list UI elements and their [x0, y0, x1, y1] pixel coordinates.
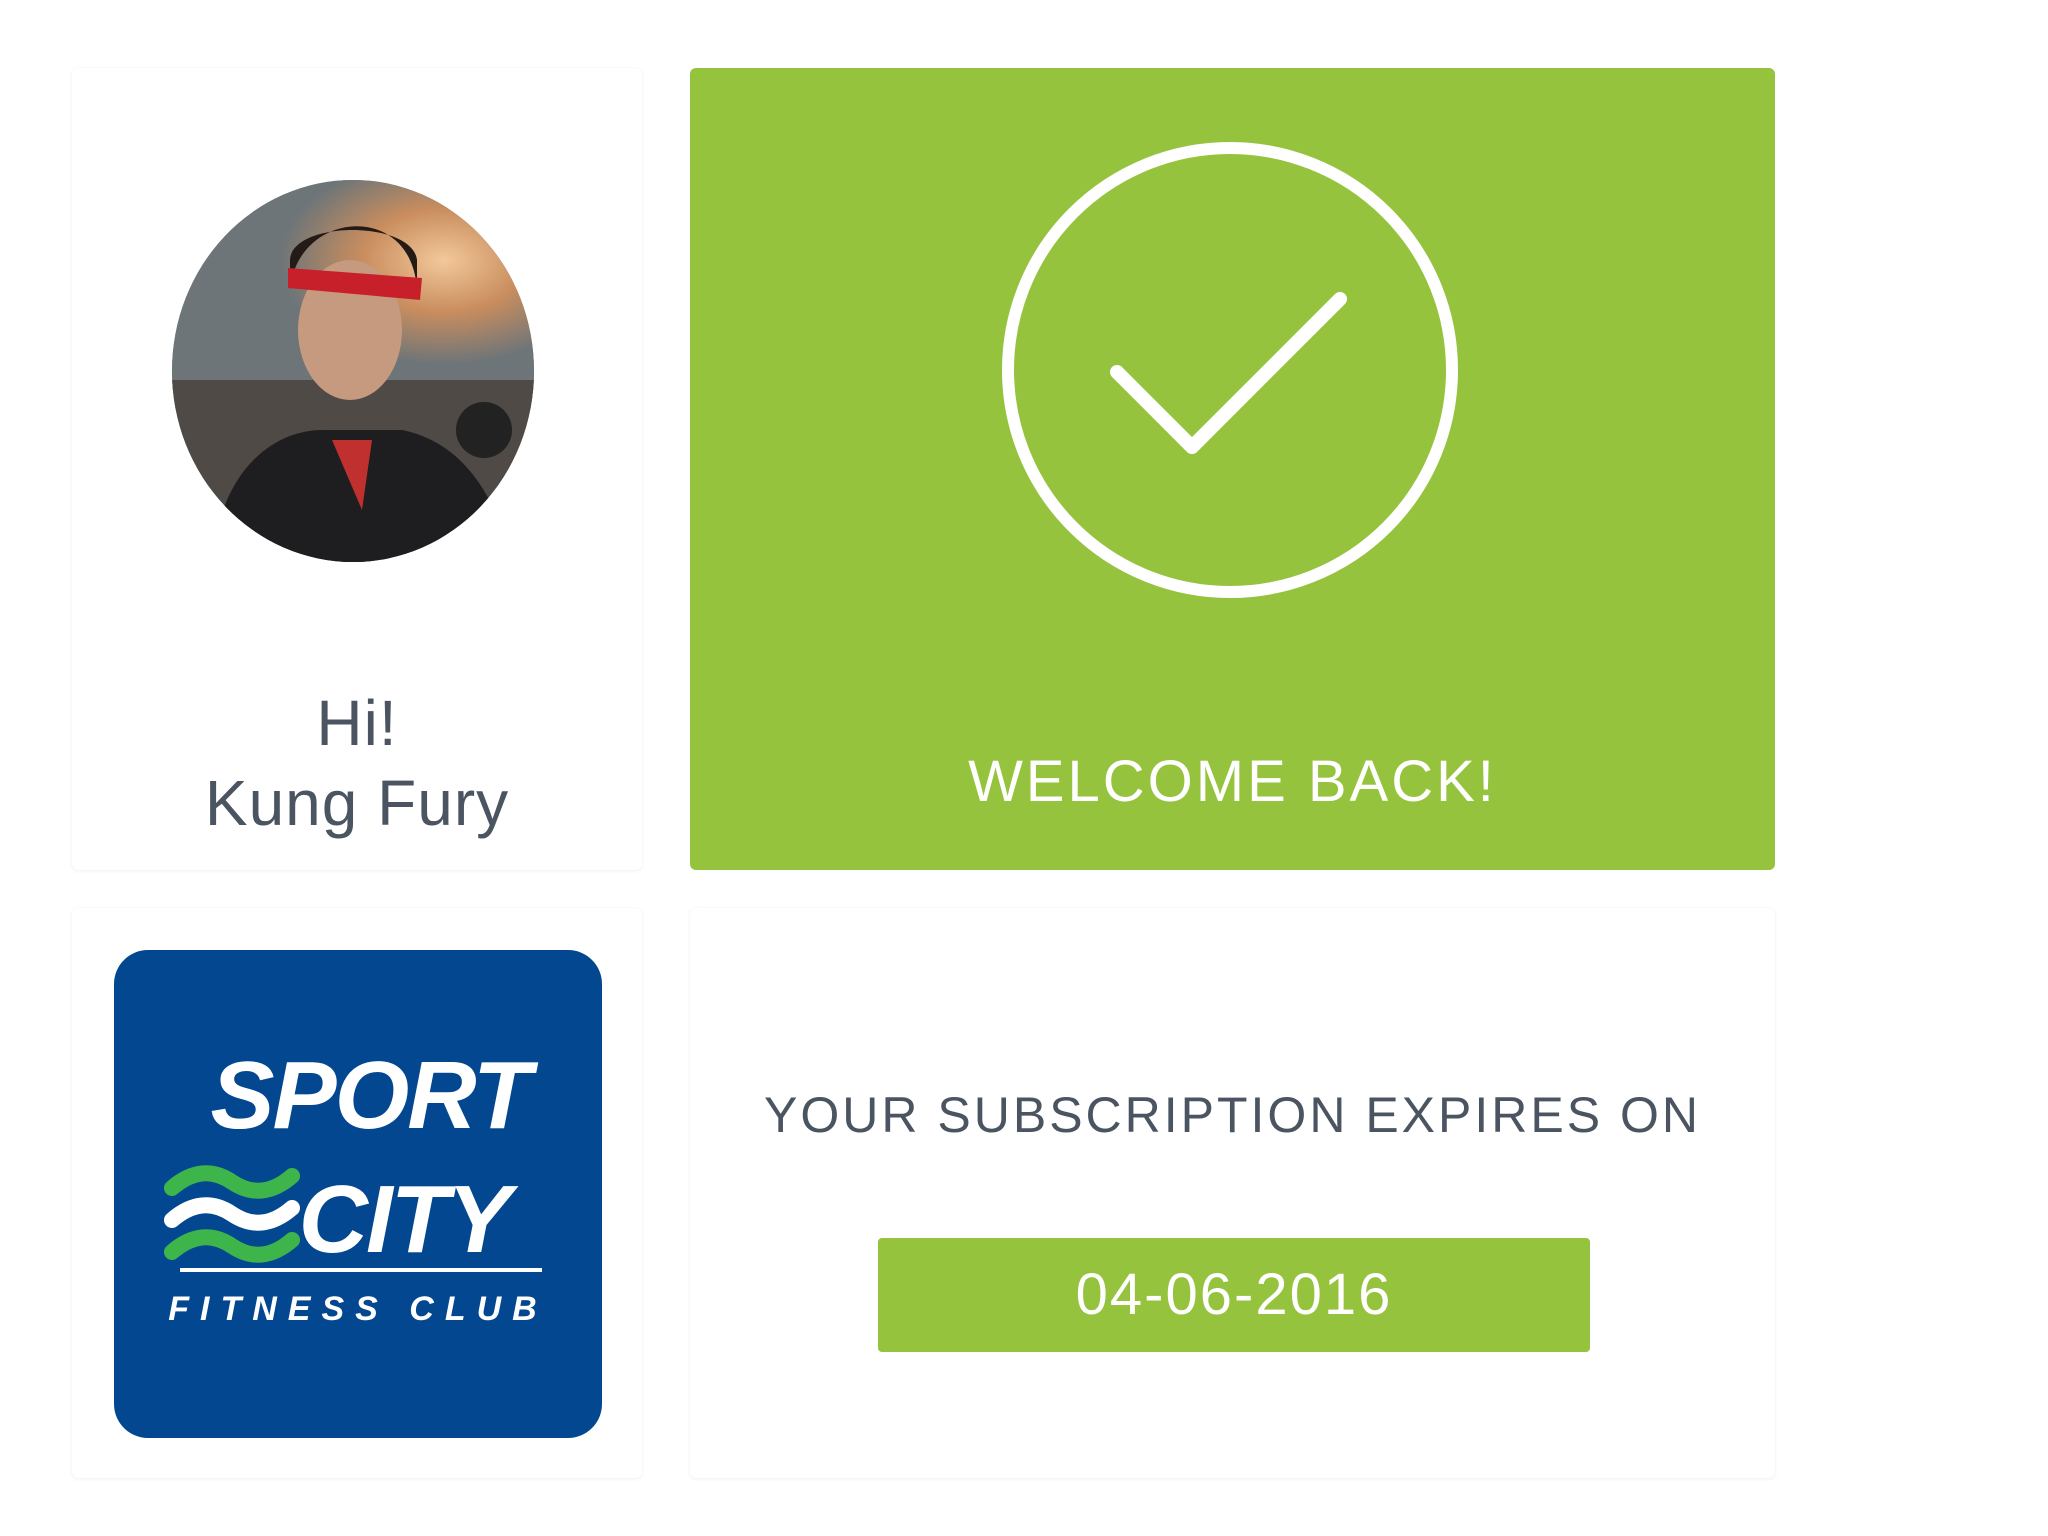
avatar-photo-icon: [172, 180, 534, 562]
expiry-date-badge: 04-06-2016: [878, 1238, 1590, 1352]
sport-city-logo: SPORT CITY FITNESS CLUB: [114, 950, 602, 1438]
logo-line2: CITY: [299, 1166, 520, 1273]
logo-tagline: FITNESS CLUB: [168, 1290, 547, 1328]
subscription-card: YOUR SUBSCRIPTION EXPIRES ON 04-06-2016: [690, 908, 1775, 1478]
sport-city-logo-icon: SPORT CITY FITNESS CLUB: [164, 1042, 547, 1328]
profile-card: Hi! Kung Fury: [72, 68, 642, 870]
welcome-message: WELCOME BACK!: [968, 749, 1497, 814]
welcome-card: WELCOME BACK!: [690, 68, 1775, 870]
logo-card: SPORT CITY FITNESS CLUB: [72, 908, 642, 1478]
subscription-label: YOUR SUBSCRIPTION EXPIRES ON: [764, 1087, 1701, 1143]
logo-line1: SPORT: [211, 1042, 539, 1149]
check-circle-icon: [1002, 142, 1458, 598]
user-avatar: [172, 180, 534, 562]
user-name: Kung Fury: [204, 767, 510, 839]
greeting-text: Hi!: [316, 687, 398, 759]
